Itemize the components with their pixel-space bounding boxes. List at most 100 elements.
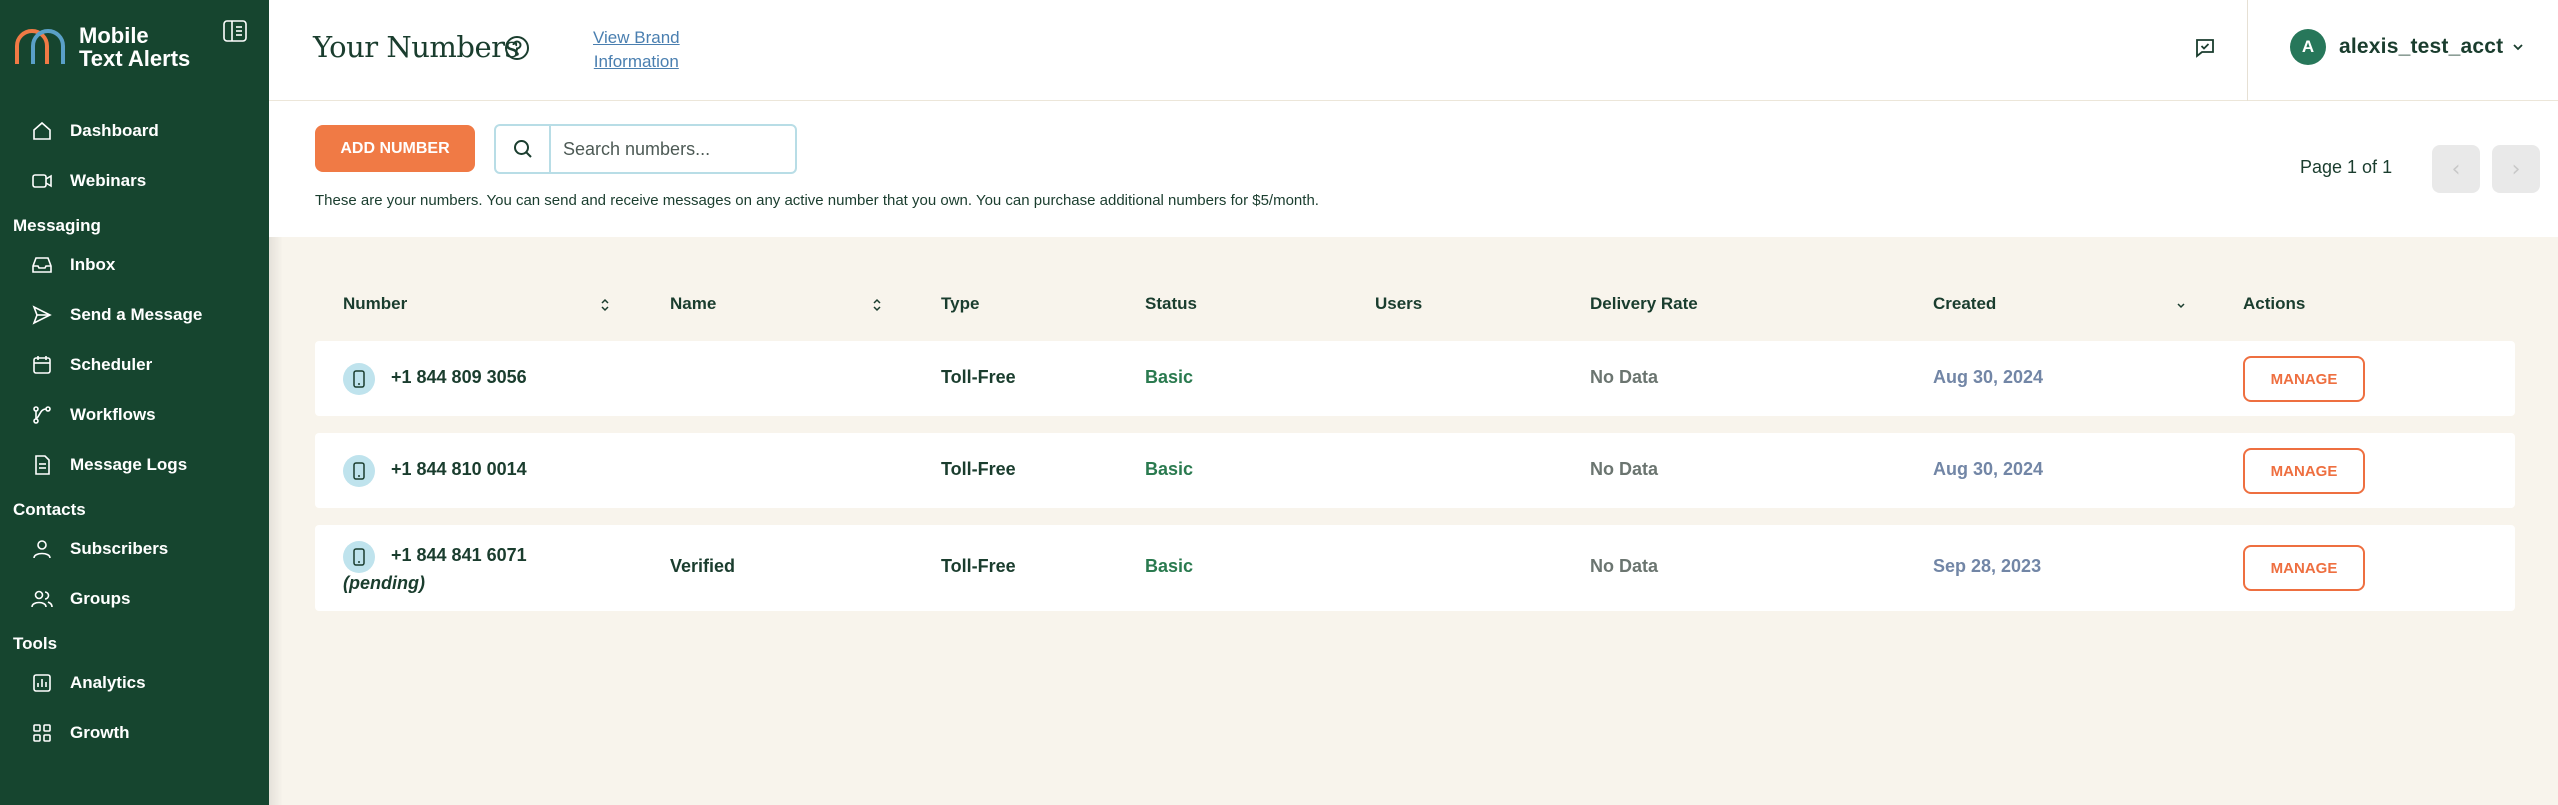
brand-link-line1: View Brand (593, 28, 680, 47)
column-header-type: Type (941, 294, 980, 313)
manage-button[interactable]: MANAGE (2243, 545, 2365, 591)
column-header-delivery-rate: Delivery Rate (1590, 294, 1698, 313)
search-input[interactable] (551, 138, 791, 160)
phone-icon (343, 541, 375, 573)
status-badge: Basic (1145, 367, 1194, 387)
brand-name: Mobile Text Alerts (79, 24, 190, 70)
help-icon[interactable] (503, 34, 531, 62)
brand-name-line1: Mobile (79, 23, 149, 48)
brand-link-line2: Information (593, 52, 679, 71)
sidebar-item-dashboard[interactable]: Dashboard (0, 106, 269, 156)
send-icon (30, 303, 54, 327)
next-page-button[interactable]: › (2492, 145, 2540, 193)
sidebar-item-growth[interactable]: Growth (0, 708, 269, 758)
column-header-users: Users (1375, 294, 1423, 313)
type-cell: Toll-Free (941, 459, 1016, 479)
sidebar-item-label: Growth (70, 723, 130, 742)
add-number-button[interactable]: ADD NUMBER (315, 125, 475, 172)
sidebar-item-label: Groups (70, 589, 131, 608)
avatar: A (2290, 29, 2326, 65)
sidebar: Mobile Text Alerts Dashboard Webinars Me… (0, 0, 269, 805)
table-row: +1 844 841 6071 (pending) Verified Toll-… (315, 525, 2515, 611)
column-header-number: Number (343, 294, 408, 313)
account-name: alexis_test_acct (2339, 35, 2504, 58)
sidebar-item-message-logs[interactable]: Message Logs (0, 440, 269, 490)
delivery-rate-cell: No Data (1590, 459, 1659, 479)
sidebar-item-send-message[interactable]: Send a Message (0, 290, 269, 340)
sort-icon[interactable] (871, 296, 883, 314)
created-cell: Aug 30, 2024 (1933, 459, 2044, 479)
sidebar-nav: Dashboard Webinars Messaging Inbox Send … (0, 106, 269, 758)
page-indicator: Page 1 of 1 (2300, 157, 2393, 177)
name-cell: Verified (670, 556, 736, 576)
sidebar-item-label: Workflows (70, 405, 156, 424)
delivery-rate-cell: No Data (1590, 367, 1659, 387)
sidebar-item-label: Subscribers (70, 539, 169, 558)
sidebar-item-scheduler[interactable]: Scheduler (0, 340, 269, 390)
top-header: Your Numbers View Brand Information A al… (269, 0, 2558, 101)
sidebar-item-workflows[interactable]: Workflows (0, 390, 269, 440)
feedback-icon[interactable] (2193, 36, 2217, 60)
calendar-icon (30, 353, 54, 377)
prev-page-button[interactable]: ‹ (2432, 145, 2480, 193)
sidebar-item-label: Analytics (70, 673, 146, 692)
phone-icon (343, 363, 375, 395)
sidebar-item-webinars[interactable]: Webinars (0, 156, 269, 206)
status-badge: Basic (1145, 459, 1194, 479)
header-divider (2247, 0, 2248, 101)
sidebar-item-analytics[interactable]: Analytics (0, 658, 269, 708)
nav-section-contacts: Contacts (13, 500, 86, 519)
brand-name-line2: Text Alerts (79, 46, 191, 71)
manage-button[interactable]: MANAGE (2243, 356, 2365, 402)
user-icon (30, 537, 54, 561)
analytics-icon (30, 671, 54, 695)
manage-button[interactable]: MANAGE (2243, 448, 2365, 494)
view-brand-information-link[interactable]: View Brand Information (593, 26, 680, 74)
group-icon (30, 587, 54, 611)
nav-section-tools: Tools (13, 634, 58, 653)
sidebar-item-label: Send a Message (70, 305, 203, 324)
sidebar-item-label: Scheduler (70, 355, 153, 374)
created-cell: Aug 30, 2024 (1933, 367, 2044, 387)
number-cell: +1 844 841 6071 (391, 545, 527, 565)
home-icon (30, 119, 54, 143)
table-header: Number Name Type Status Users Delivery R… (315, 280, 2515, 330)
search-icon (496, 126, 551, 172)
growth-icon (30, 721, 54, 745)
sidebar-item-inbox[interactable]: Inbox (0, 240, 269, 290)
table-row: +1 844 809 3056 Toll-Free Basic No Data … (315, 341, 2515, 416)
nav-section-messaging: Messaging (13, 216, 101, 235)
workflow-icon (30, 403, 54, 427)
sidebar-item-label: Webinars (70, 171, 147, 190)
sidebar-item-groups[interactable]: Groups (0, 574, 269, 624)
pending-label: (pending) (343, 573, 425, 593)
account-menu[interactable]: A alexis_test_acct (2290, 29, 2525, 65)
column-header-status: Status (1145, 294, 1197, 313)
column-header-name: Name (670, 294, 717, 313)
column-header-created: Created (1933, 294, 1997, 313)
sidebar-collapse-icon[interactable] (222, 19, 248, 43)
page-title: Your Numbers (313, 30, 519, 64)
sort-icon[interactable] (599, 296, 611, 314)
numbers-table: Number Name Type Status Users Delivery R… (315, 280, 2515, 611)
table-row: +1 844 810 0014 Toll-Free Basic No Data … (315, 433, 2515, 508)
sidebar-item-label: Inbox (70, 255, 116, 274)
inbox-icon (30, 253, 54, 277)
info-text: These are your numbers. You can send and… (315, 192, 1319, 209)
sidebar-item-subscribers[interactable]: Subscribers (0, 524, 269, 574)
search-box[interactable] (494, 124, 797, 174)
status-badge: Basic (1145, 556, 1194, 576)
video-icon (30, 169, 54, 193)
chevron-down-icon[interactable] (2175, 296, 2187, 314)
type-cell: Toll-Free (941, 367, 1016, 387)
logo-mark-icon (13, 24, 69, 70)
brand-logo[interactable]: Mobile Text Alerts (13, 24, 190, 70)
phone-icon (343, 455, 375, 487)
chevron-down-icon (2513, 44, 2523, 51)
type-cell: Toll-Free (941, 556, 1016, 576)
created-cell: Sep 28, 2023 (1933, 556, 2042, 576)
sidebar-item-label: Message Logs (70, 455, 188, 474)
number-cell: +1 844 809 3056 (391, 367, 527, 387)
number-cell: +1 844 810 0014 (391, 459, 527, 479)
column-header-actions: Actions (2243, 294, 2306, 313)
